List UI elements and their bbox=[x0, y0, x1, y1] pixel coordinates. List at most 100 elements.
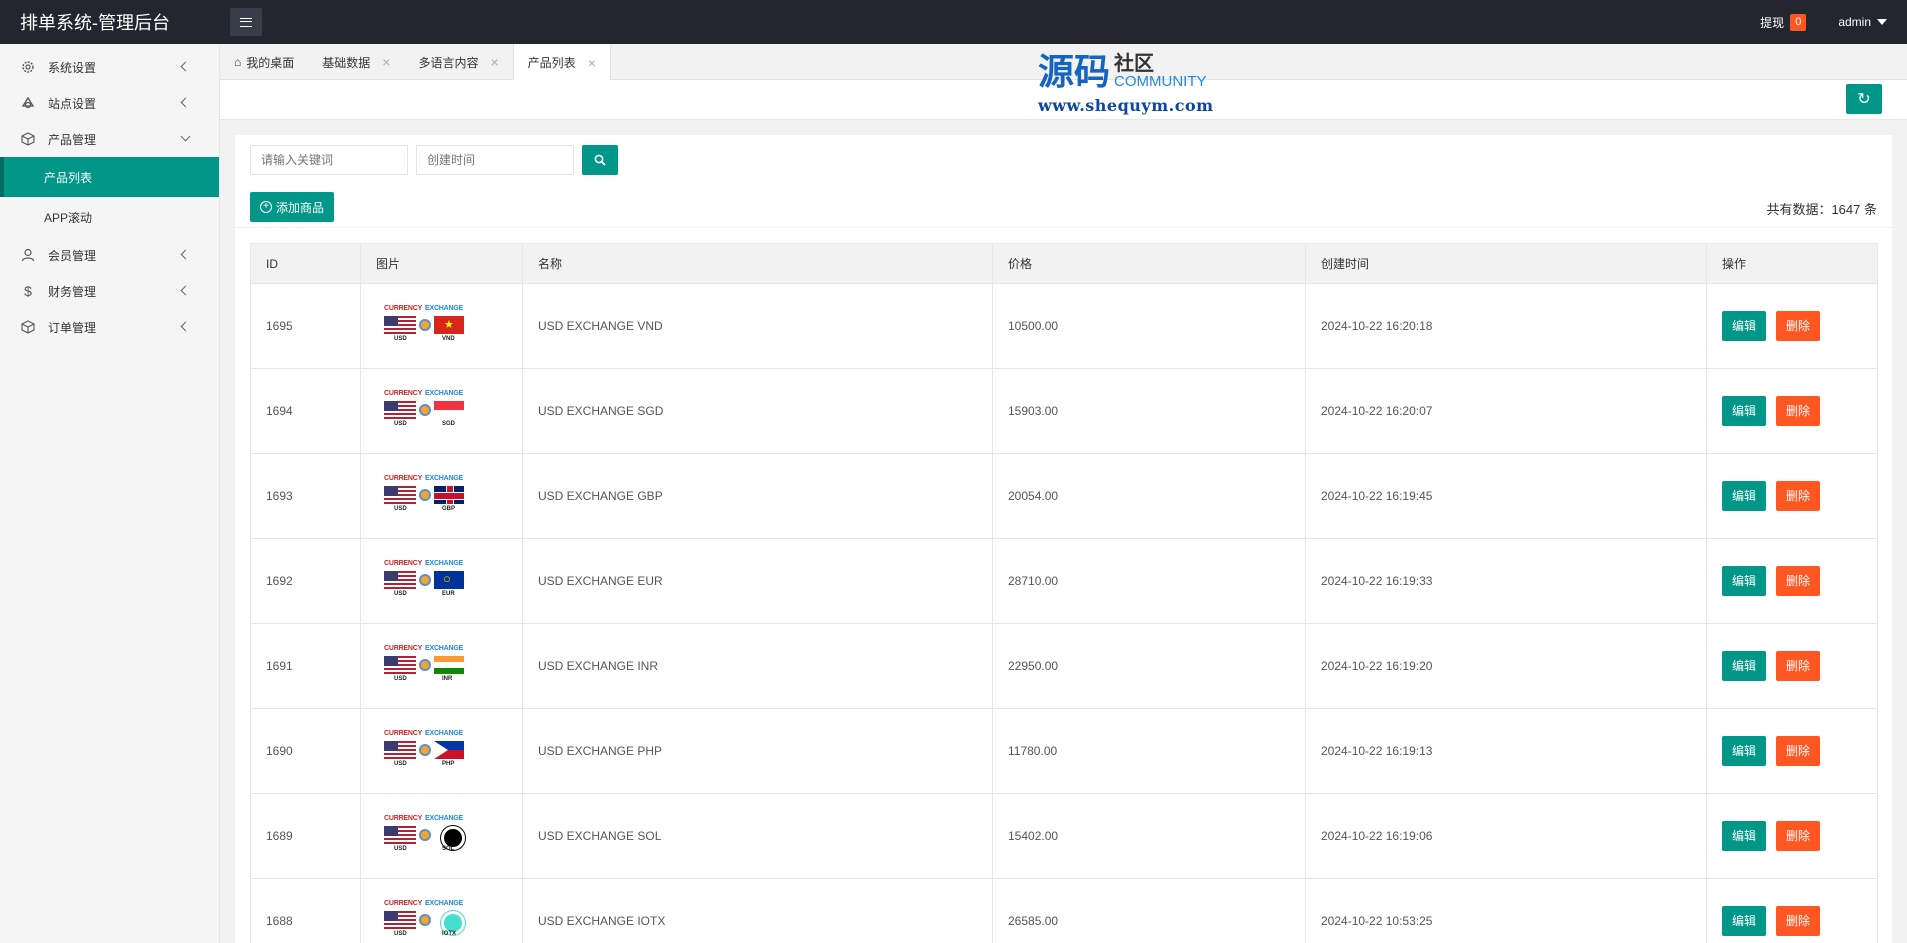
product-icon bbox=[20, 131, 36, 147]
cell-id: 1694 bbox=[250, 368, 361, 454]
add-product-label: 添加商品 bbox=[276, 200, 325, 215]
table-header-row: ID 图片 名称 价格 创建时间 操作 bbox=[250, 243, 1878, 284]
sidebar-subitem-product-list[interactable]: 产品列表 bbox=[0, 157, 219, 197]
thumb-target-code: EUR bbox=[442, 591, 455, 597]
edit-button[interactable]: 编辑 bbox=[1722, 311, 1767, 341]
search-button[interactable] bbox=[582, 145, 618, 175]
us-flag-icon bbox=[384, 656, 416, 674]
created-time-input[interactable] bbox=[416, 145, 574, 175]
cell-image: CURRENCY EXCHANGE USD SGD bbox=[360, 368, 523, 454]
cell-image: CURRENCY EXCHANGE USD GBP bbox=[360, 453, 523, 539]
brand-title: 排单系统-管理后台 bbox=[20, 13, 170, 33]
thumb-text-exchange: EXCHANGE bbox=[425, 390, 464, 397]
column-header-image[interactable]: 图片 bbox=[360, 243, 523, 284]
keyword-input[interactable] bbox=[250, 145, 408, 175]
delete-button[interactable]: 删除 bbox=[1776, 821, 1821, 851]
edit-button[interactable]: 编辑 bbox=[1722, 481, 1767, 511]
close-icon[interactable]: × bbox=[382, 54, 390, 70]
column-header-price[interactable]: 价格 bbox=[992, 243, 1306, 284]
add-product-button[interactable]: + 添加商品 bbox=[250, 192, 335, 222]
close-icon[interactable]: × bbox=[588, 55, 596, 71]
sidebar: 系统设置 站点设置 产品管理 产品列表 APP滚动 会员管理 $ 财务管理 订单… bbox=[0, 44, 220, 943]
column-header-actions[interactable]: 操作 bbox=[1706, 243, 1878, 284]
sidebar-item-product-management[interactable]: 产品管理 bbox=[0, 121, 219, 157]
thumb-base-code: USD bbox=[394, 761, 407, 767]
cell-id: 1693 bbox=[250, 453, 361, 539]
cell-price: 22950.00 bbox=[992, 623, 1306, 709]
watermark-url: www.shequym.com bbox=[1038, 96, 1214, 115]
target-currency-flag-icon bbox=[434, 741, 464, 759]
us-flag-icon bbox=[384, 316, 416, 334]
refresh-button[interactable]: ↻ bbox=[1846, 84, 1882, 114]
delete-button[interactable]: 删除 bbox=[1776, 906, 1821, 936]
cell-name: USD EXCHANGE VND bbox=[522, 283, 993, 369]
column-header-id[interactable]: ID bbox=[250, 243, 361, 284]
table-row: 1688 CURRENCY EXCHANGE USD IOTX USD EXCH… bbox=[250, 878, 1878, 943]
sidebar-item-site-settings[interactable]: 站点设置 bbox=[0, 85, 219, 121]
us-flag-icon bbox=[384, 911, 416, 929]
cell-id: 1691 bbox=[250, 623, 361, 709]
target-currency-flag-icon bbox=[434, 656, 464, 674]
delete-button[interactable]: 删除 bbox=[1776, 651, 1821, 681]
cell-name: USD EXCHANGE IOTX bbox=[522, 878, 993, 943]
column-header-name[interactable]: 名称 bbox=[522, 243, 993, 284]
edit-button[interactable]: 编辑 bbox=[1722, 821, 1767, 851]
sidebar-item-label: 系统设置 bbox=[48, 60, 97, 75]
content-card: + 添加商品 共有数据：1647 条 ID 图片 名称 价格 创建时间 操作 1… bbox=[235, 135, 1892, 943]
tab-basic-data[interactable]: 基础数据 × bbox=[308, 44, 404, 80]
thumb-text-currency: CURRENCY bbox=[384, 815, 423, 822]
edit-button[interactable]: 编辑 bbox=[1722, 736, 1767, 766]
sidebar-item-finance-management[interactable]: $ 财务管理 bbox=[0, 273, 219, 309]
target-currency-flag-icon bbox=[434, 316, 464, 334]
watermark-big: 源码 bbox=[1038, 51, 1111, 93]
cell-name: USD EXCHANGE GBP bbox=[522, 453, 993, 539]
thumb-base-code: USD bbox=[394, 591, 407, 597]
sidebar-item-member-management[interactable]: 会员管理 bbox=[0, 237, 219, 273]
delete-button[interactable]: 删除 bbox=[1776, 396, 1821, 426]
dollar-icon: $ bbox=[24, 283, 32, 299]
tab-product-list[interactable]: 产品列表 × bbox=[512, 44, 611, 81]
tab-desktop[interactable]: ⌂ 我的桌面 bbox=[220, 44, 308, 80]
cell-image: CURRENCY EXCHANGE USD EUR bbox=[360, 538, 523, 624]
cell-image: CURRENCY EXCHANGE USD VND bbox=[360, 283, 523, 369]
watermark-side: 社区 COMMUNITY bbox=[1114, 54, 1207, 90]
cell-name: USD EXCHANGE EUR bbox=[522, 538, 993, 624]
cell-image: CURRENCY EXCHANGE USD PHP bbox=[360, 708, 523, 794]
edit-button[interactable]: 编辑 bbox=[1722, 396, 1767, 426]
delete-button[interactable]: 删除 bbox=[1776, 481, 1821, 511]
withdraw-link[interactable]: 提现 0 bbox=[1760, 13, 1807, 31]
edit-button[interactable]: 编辑 bbox=[1722, 651, 1767, 681]
thumb-text-currency: CURRENCY bbox=[384, 305, 423, 312]
thumb-target-code: SOL bbox=[442, 846, 455, 852]
cell-id: 1695 bbox=[250, 283, 361, 369]
user-menu[interactable]: admin bbox=[1838, 15, 1887, 29]
column-header-created-time[interactable]: 创建时间 bbox=[1305, 243, 1707, 284]
us-flag-icon bbox=[384, 486, 416, 504]
chevron-left-icon bbox=[180, 285, 191, 296]
table-row: 1693 CURRENCY EXCHANGE USD GBP USD EXCHA… bbox=[250, 453, 1878, 539]
sidebar-item-system-settings[interactable]: 系统设置 bbox=[0, 49, 219, 85]
tab-multilang[interactable]: 多语言内容 × bbox=[404, 44, 512, 80]
delete-button[interactable]: 删除 bbox=[1776, 566, 1821, 596]
total-count: 共有数据：1647 条 bbox=[1766, 202, 1877, 217]
close-icon[interactable]: × bbox=[490, 54, 498, 70]
edit-button[interactable]: 编辑 bbox=[1722, 566, 1767, 596]
us-flag-icon bbox=[384, 826, 416, 844]
site-icon bbox=[20, 95, 36, 111]
menu-toggle-button[interactable] bbox=[230, 8, 262, 36]
cell-price: 20054.00 bbox=[992, 453, 1306, 539]
sidebar-item-label: 站点设置 bbox=[48, 96, 97, 111]
thumb-target-code: GBP bbox=[442, 506, 456, 512]
coin-icon bbox=[419, 829, 431, 841]
thumb-base-code: USD bbox=[394, 846, 407, 852]
sidebar-subitem-app-scroll[interactable]: APP滚动 bbox=[0, 197, 219, 237]
watermark-en: COMMUNITY bbox=[1114, 73, 1207, 90]
cell-price: 28710.00 bbox=[992, 538, 1306, 624]
cell-created-time: 2024-10-22 16:20:07 bbox=[1305, 368, 1707, 454]
chevron-left-icon bbox=[180, 321, 191, 332]
edit-button[interactable]: 编辑 bbox=[1722, 906, 1767, 936]
delete-button[interactable]: 删除 bbox=[1776, 736, 1821, 766]
product-thumbnail: CURRENCY EXCHANGE USD SGD bbox=[384, 390, 472, 432]
sidebar-item-order-management[interactable]: 订单管理 bbox=[0, 309, 219, 345]
delete-button[interactable]: 删除 bbox=[1776, 311, 1821, 341]
